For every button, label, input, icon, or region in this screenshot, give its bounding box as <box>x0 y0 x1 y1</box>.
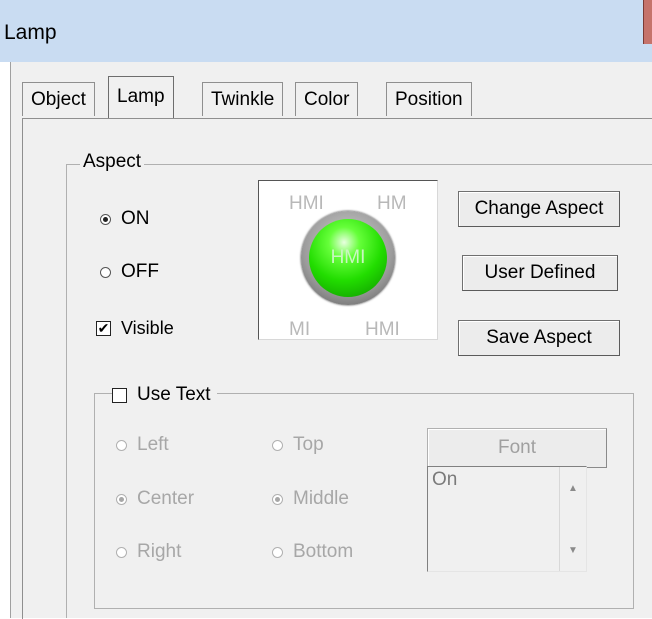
text-content-value: On <box>432 469 458 490</box>
visible-checkbox[interactable]: ✔ Visible <box>96 318 174 339</box>
align-top-radio[interactable]: Top <box>272 434 324 456</box>
align-right-label: Right <box>137 541 182 562</box>
lamp-text: HMI <box>330 247 366 268</box>
preview-ghost-text: MI <box>289 319 311 340</box>
aspect-off-radio[interactable]: OFF <box>100 261 159 283</box>
aspect-on-radio[interactable]: ON <box>100 208 150 230</box>
tab-twinkle[interactable]: Twinkle <box>202 82 284 116</box>
tab-object[interactable]: Object <box>22 82 95 116</box>
align-bottom-label: Bottom <box>293 541 354 562</box>
align-center-radio[interactable]: Center <box>116 488 194 510</box>
scroll-up-arrow-icon[interactable]: ▲ <box>568 483 578 494</box>
align-middle-radio[interactable]: Middle <box>272 488 349 510</box>
radio-selected-icon <box>116 493 127 505</box>
aspect-on-label: ON <box>121 208 150 229</box>
align-left-radio[interactable]: Left <box>116 434 169 456</box>
tab-lamp[interactable]: Lamp <box>108 76 174 118</box>
preview-ghost-text: HMI <box>365 319 400 340</box>
tab-position[interactable]: Position <box>386 82 472 116</box>
window-title: Lamp <box>4 21 57 44</box>
radio-selected-icon <box>272 493 283 505</box>
text-content-field[interactable]: On ▲ ▼ <box>427 466 587 572</box>
close-button[interactable] <box>643 0 652 44</box>
aspect-off-label: OFF <box>121 261 159 282</box>
font-button[interactable]: Font <box>427 428 607 468</box>
radio-empty-icon <box>272 439 283 451</box>
checkbox-empty-icon <box>112 387 127 403</box>
radio-selected-icon <box>100 213 111 225</box>
radio-empty-icon <box>100 266 111 278</box>
change-aspect-button[interactable]: Change Aspect <box>458 191 620 227</box>
use-text-checkbox[interactable]: Use Text <box>112 384 217 406</box>
visible-label: Visible <box>121 318 174 338</box>
align-middle-label: Middle <box>293 488 349 509</box>
align-left-label: Left <box>137 434 169 455</box>
title-bar: Lamp <box>0 0 652 62</box>
radio-empty-icon <box>272 546 283 558</box>
green-lamp-icon: HMI <box>301 211 395 305</box>
aspect-group-label: Aspect <box>80 151 145 173</box>
align-right-radio[interactable]: Right <box>116 541 181 563</box>
user-defined-button[interactable]: User Defined <box>462 255 618 291</box>
text-scrollbar[interactable]: ▲ ▼ <box>559 467 586 571</box>
lamp-preview: HMI HM MI HMI HMI <box>258 180 438 340</box>
checkmark-icon: ✔ <box>96 320 111 336</box>
align-top-label: Top <box>293 434 324 455</box>
use-text-label: Use Text <box>137 384 211 405</box>
radio-empty-icon <box>116 439 127 451</box>
align-center-label: Center <box>137 488 195 509</box>
radio-empty-icon <box>116 546 127 558</box>
save-aspect-button[interactable]: Save Aspect <box>458 320 620 356</box>
align-bottom-radio[interactable]: Bottom <box>272 541 353 563</box>
scroll-down-arrow-icon[interactable]: ▼ <box>568 545 578 556</box>
tab-color[interactable]: Color <box>295 82 359 116</box>
